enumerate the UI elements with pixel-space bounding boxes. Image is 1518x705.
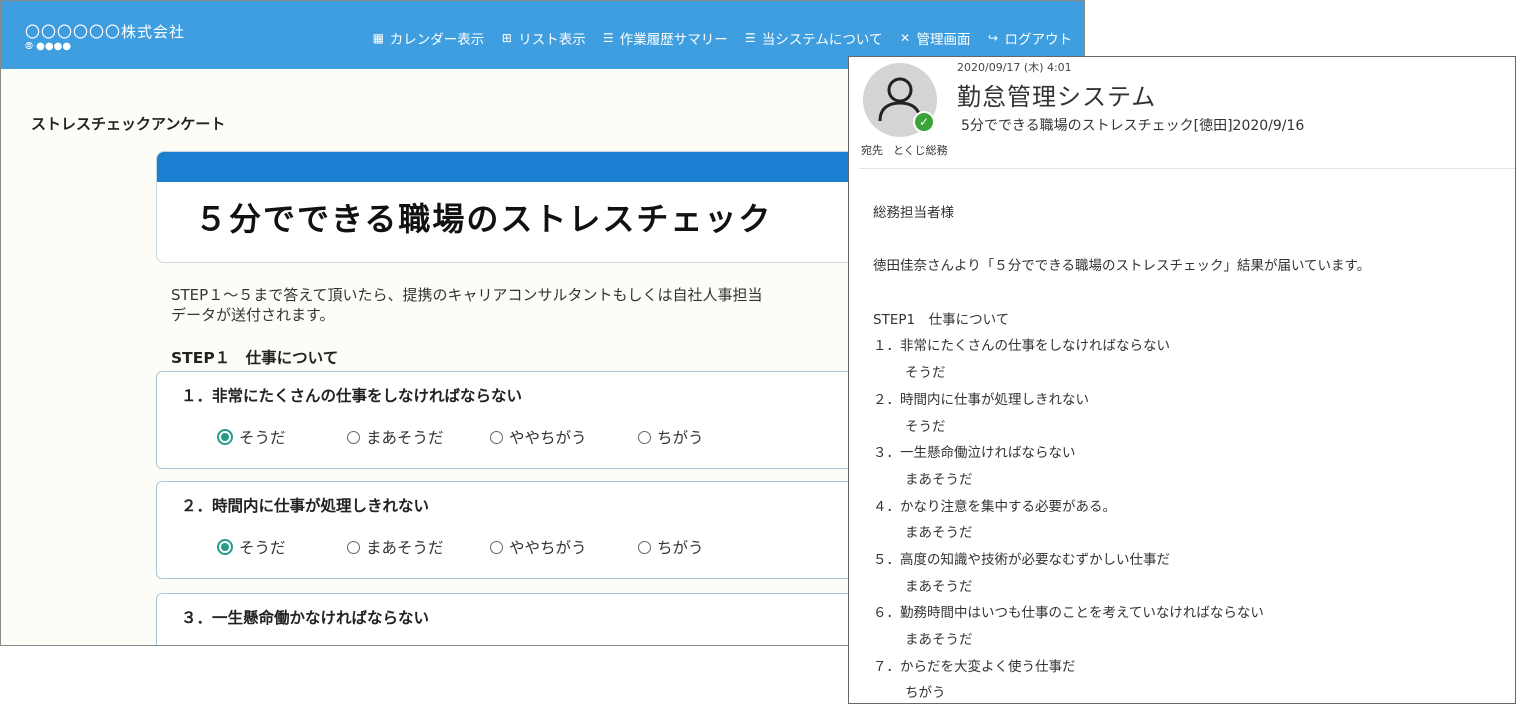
list-icon: ☰ xyxy=(744,30,756,45)
answer-option-label: まあそうだ xyxy=(366,429,444,447)
mail-body: 総務担当者様徳田佳奈さんより「５分でできる職場のストレスチェック」結果が届いてい… xyxy=(873,200,1513,703)
answer-option[interactable]: ちがう xyxy=(638,426,738,448)
nav-item-1[interactable]: ⊞ リスト表示 xyxy=(500,28,586,48)
question-text: １．非常にたくさんの仕事をしなければならない xyxy=(181,387,523,405)
body-line: １．非常にたくさんの仕事をしなければならない xyxy=(873,338,1170,355)
calendar-icon: ▦ xyxy=(372,30,384,45)
answer-option-label: ちがう xyxy=(657,429,704,447)
nav-item-label: 当システムについて xyxy=(761,32,883,48)
answer-line: まあそうだ xyxy=(905,471,973,488)
radio-button[interactable] xyxy=(347,540,360,554)
radio-button[interactable] xyxy=(217,429,233,445)
answer-line: ちがう xyxy=(905,685,946,702)
answer-line: まあそうだ xyxy=(905,578,973,595)
radio-button[interactable] xyxy=(347,430,360,444)
answer-option-label: そうだ xyxy=(239,539,286,557)
radio-button[interactable] xyxy=(638,430,651,444)
user-name-masked: ⦾ ●●●● xyxy=(25,41,72,52)
survey-title: ５分でできる職場のストレスチェック xyxy=(195,200,773,238)
mail-date: 2020/09/17 (木) 4:01 xyxy=(957,61,1072,74)
body-line: ６．勤務時間中はいつも仕事のことを考えていなければならない xyxy=(873,605,1264,622)
nav-item-label: カレンダー表示 xyxy=(389,32,485,48)
radio-button[interactable] xyxy=(490,430,503,444)
body-line xyxy=(873,227,1513,254)
header-divider xyxy=(859,168,1515,169)
body-line xyxy=(873,280,1513,307)
answer-options: そうだ まあそうだ ややちがう ちがう xyxy=(217,426,738,448)
nav-item-4[interactable]: ✕ 管理画面 xyxy=(899,28,971,48)
presence-check-icon: ✓ xyxy=(913,111,935,133)
mail-subject: 5分でできる職場のストレスチェック[徳田]2020/9/16 xyxy=(961,118,1305,134)
page-heading: ストレスチェックアンケート xyxy=(31,115,226,133)
body-line: ３．一生懸命働泣ければならない xyxy=(873,445,1076,462)
body-line: STEP1 仕事について xyxy=(873,311,1010,328)
nav-item-label: ログアウト xyxy=(1004,32,1073,48)
question-text: ３．一生懸命働かなければならない xyxy=(181,609,430,627)
answer-line: まあそうだ xyxy=(905,525,973,542)
answer-option-label: ややちがう xyxy=(509,429,587,447)
recipient-label: 宛先 xyxy=(861,144,883,157)
body-line: ２．時間内に仕事が処理しきれない xyxy=(873,391,1089,408)
answer-option[interactable]: ちがう xyxy=(638,536,738,558)
answer-option[interactable]: ややちがう xyxy=(490,536,638,558)
recipient-value[interactable]: とくじ総務 xyxy=(893,144,948,157)
answer-option[interactable]: ややちがう xyxy=(490,426,638,448)
body-line: ５．高度の知識や技術が必要なむずかしい仕事だ xyxy=(873,551,1170,568)
nav-item-0[interactable]: ▦ カレンダー表示 xyxy=(372,28,485,48)
mail-window: ✓ 2020/09/17 (木) 4:01 勤怠管理システム 5分でできる職場の… xyxy=(848,56,1516,704)
answer-option-label: ちがう xyxy=(657,539,704,557)
mail-recipient: 宛先 とくじ総務 xyxy=(861,142,958,158)
answer-option-label: そうだ xyxy=(239,429,286,447)
answer-option[interactable]: そうだ xyxy=(217,536,347,558)
mail-sender: 勤怠管理システム xyxy=(957,83,1157,111)
main-nav: ▦ カレンダー表示 ⊞ リスト表示 ☰ 作業履歴サマリー ☰ 当システムについて ✕ 管理画面 ↪ ロ… xyxy=(372,28,1072,48)
answer-option[interactable]: まあそうだ xyxy=(347,426,490,448)
answer-line: そうだ xyxy=(905,365,946,382)
answer-option[interactable]: まあそうだ xyxy=(347,536,490,558)
body-line: 総務担当者様 xyxy=(873,205,954,221)
body-line: ７．からだを大変よく使う仕事だ xyxy=(873,658,1076,675)
answer-line: そうだ xyxy=(905,418,946,435)
answer-line: まあそうだ xyxy=(905,632,973,648)
nav-item-label: 作業履歴サマリー xyxy=(619,32,728,48)
answer-option-label: まあそうだ xyxy=(366,539,444,557)
body-line: 徳田佳奈さんより「５分でできる職場のストレスチェック」結果が届いています。 xyxy=(873,258,1371,275)
radio-button[interactable] xyxy=(217,539,233,555)
grid-icon: ⊞ xyxy=(501,30,512,45)
radio-button[interactable] xyxy=(638,540,651,554)
answer-options: そうだ まあそうだ ややちがう ちがう xyxy=(217,536,738,558)
step-heading: STEP１ 仕事について xyxy=(171,349,339,367)
list-icon: ☰ xyxy=(602,30,614,45)
nav-item-label: リスト表示 xyxy=(518,32,586,48)
tools-icon: ✕ xyxy=(899,30,911,45)
nav-item-5[interactable]: ↪ ログアウト xyxy=(987,28,1073,48)
nav-item-2[interactable]: ☰ 作業履歴サマリー xyxy=(602,28,728,48)
nav-item-label: 管理画面 xyxy=(916,32,971,48)
radio-button[interactable] xyxy=(490,540,503,554)
nav-item-3[interactable]: ☰ 当システムについて xyxy=(744,28,883,48)
logout-icon: ↪ xyxy=(987,30,999,45)
question-text: ２．時間内に仕事が処理しきれない xyxy=(181,497,430,515)
answer-option[interactable]: そうだ xyxy=(217,426,347,448)
company-name: 〇〇〇〇〇〇株式会社 xyxy=(25,23,186,41)
body-line: ４．かなり注意を集中する必要がある。 xyxy=(873,498,1116,515)
answer-option-label: ややちがう xyxy=(509,539,587,557)
